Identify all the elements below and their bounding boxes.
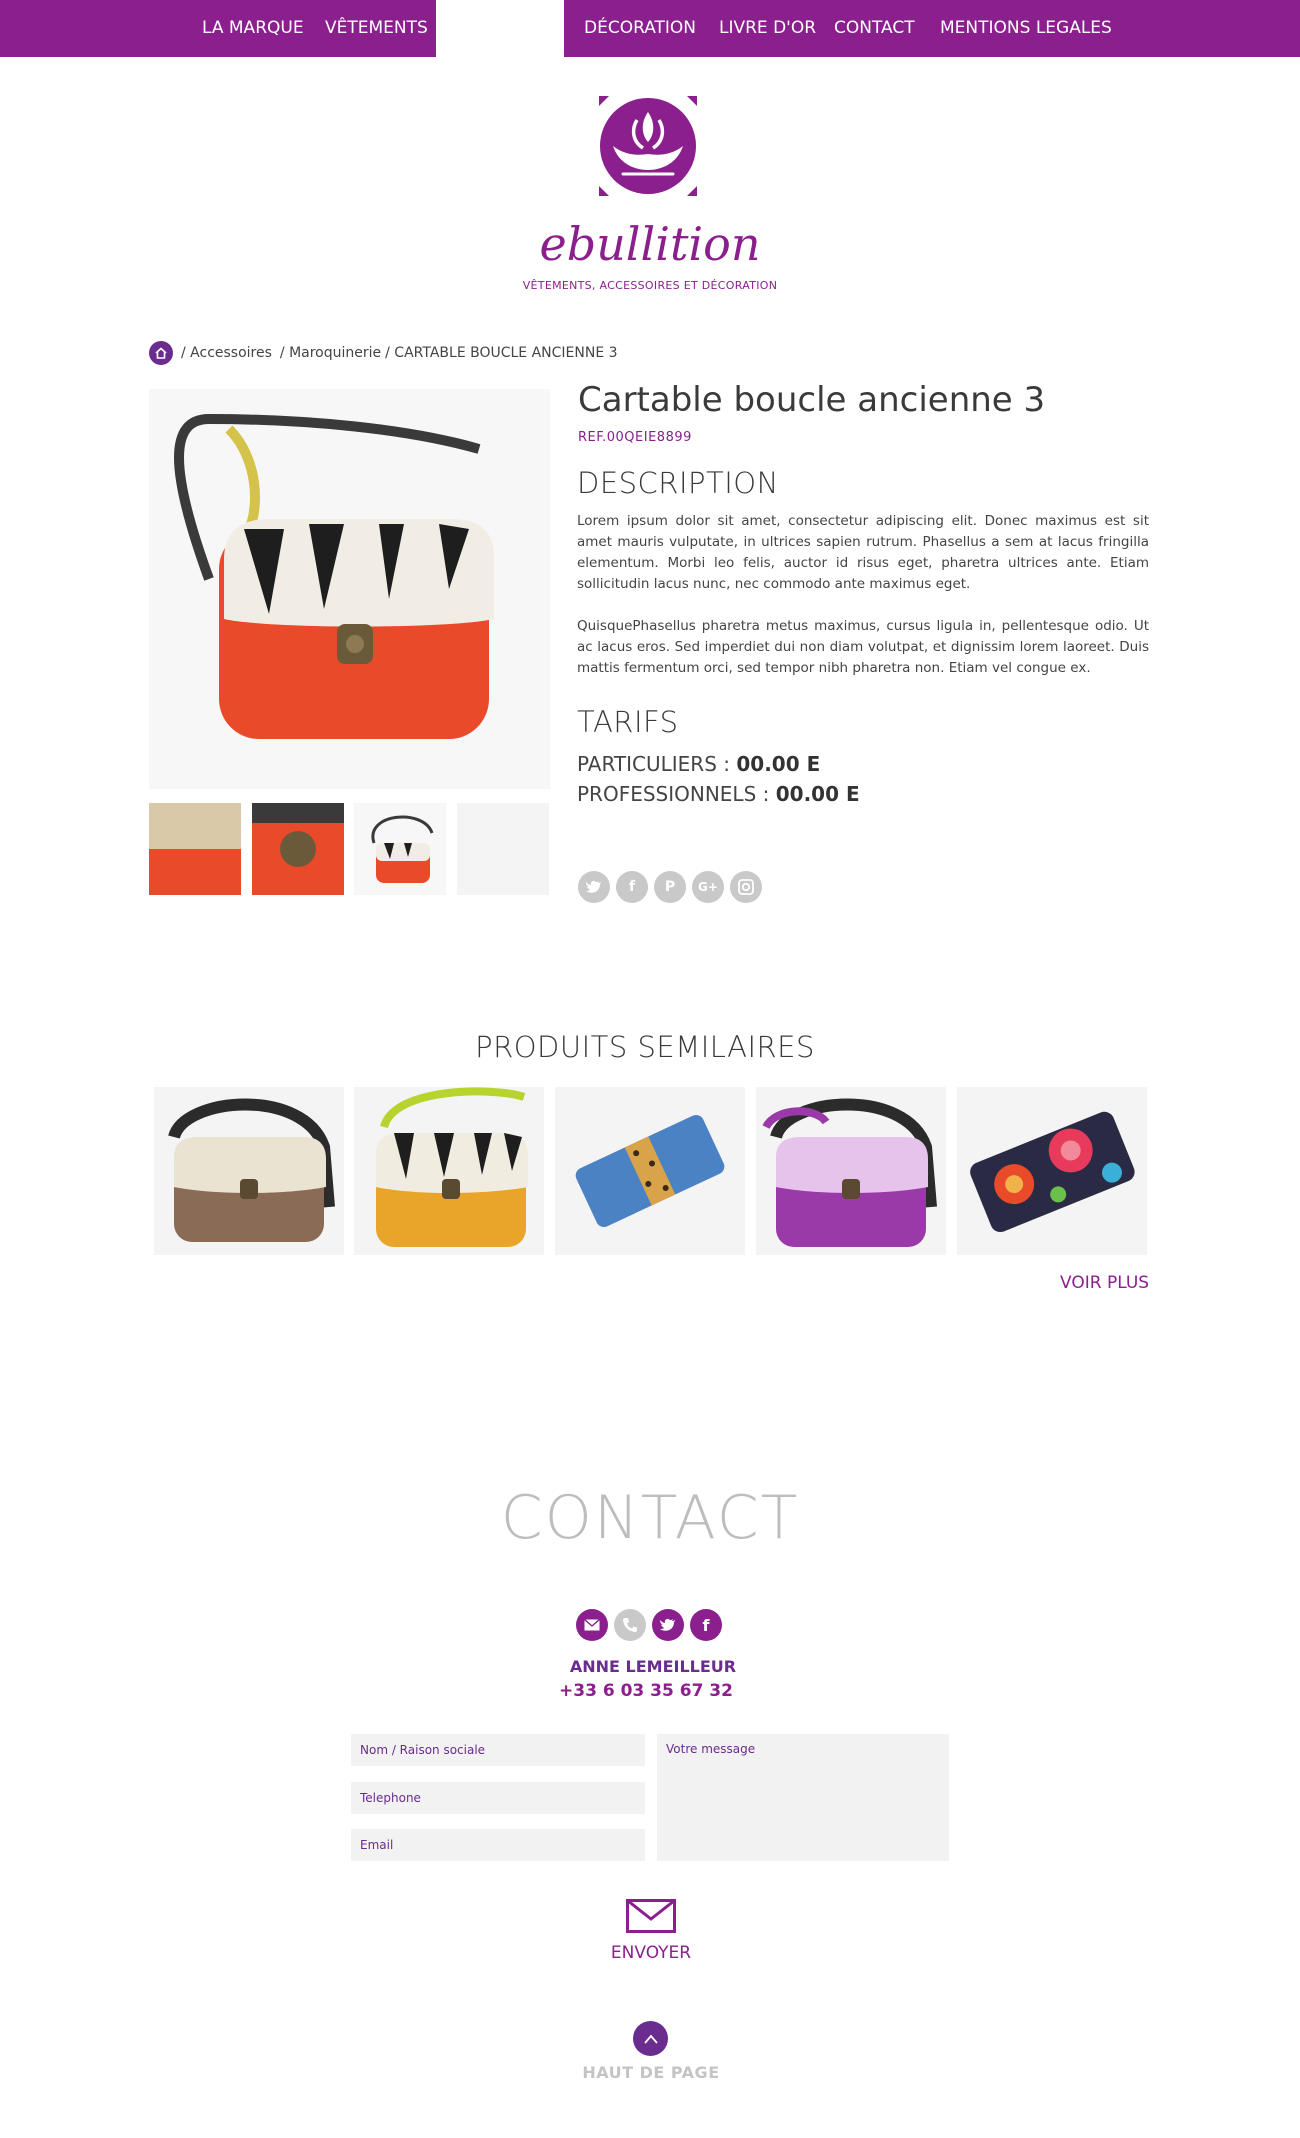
email-icon[interactable] [576, 1609, 608, 1641]
telephone-field[interactable] [351, 1782, 645, 1814]
nav-item-decoration[interactable]: DÉCORATION [584, 0, 696, 57]
price-professionnels: PROFESSIONNELS : 00.00 E [577, 782, 860, 806]
contact-title: CONTACT [500, 1483, 800, 1553]
similar-product-1[interactable] [154, 1087, 344, 1255]
description-heading: DESCRIPTION [577, 466, 779, 500]
nav-item-mentions-legales[interactable]: MENTIONS LEGALES [940, 0, 1112, 57]
similar-product-3[interactable] [555, 1087, 745, 1255]
tarifs-heading: TARIFS [577, 705, 679, 739]
home-icon[interactable] [149, 341, 173, 365]
thumbnail-1[interactable] [149, 803, 241, 895]
breadcrumb: / Accessoires / Maroquinerie / CARTABLE … [149, 341, 618, 365]
back-to-top-label[interactable]: HAUT DE PAGE [0, 2063, 1300, 2082]
price-label: PARTICULIERS : [577, 752, 730, 776]
breadcrumb-accessoires[interactable]: / Accessoires [181, 345, 272, 361]
phone-icon[interactable] [614, 1609, 646, 1641]
similar-product-4[interactable] [756, 1087, 946, 1255]
nav-item-active-blank[interactable] [436, 0, 564, 57]
svg-text:ebullition: ebullition [540, 217, 761, 271]
brand-wordmark[interactable]: ebullition [535, 215, 765, 275]
nav-item-contact[interactable]: CONTACT [834, 0, 915, 57]
contact-phone[interactable]: +33 6 03 35 67 32 [0, 1681, 1292, 1701]
description-paragraph-2: QuisquePhasellus pharetra metus maximus,… [577, 618, 1149, 676]
thumbnail-4-empty[interactable] [457, 803, 549, 895]
twitter-icon[interactable] [578, 871, 610, 903]
brand-tagline: VÊTEMENTS, ACCESSOIRES ET DÉCORATION [522, 279, 778, 292]
thumbnail-2[interactable] [252, 803, 344, 895]
description-paragraph-1: Lorem ipsum dolor sit amet, consectetur … [577, 513, 1149, 592]
price-label: PROFESSIONNELS : [577, 782, 770, 806]
price-value: 00.00 E [775, 782, 860, 806]
nav-item-vetements[interactable]: VÊTEMENTS [325, 0, 428, 57]
facebook-icon[interactable]: f [616, 871, 648, 903]
send-envelope-icon[interactable] [626, 1899, 676, 1933]
price-particuliers: PARTICULIERS : 00.00 E [577, 752, 820, 776]
facebook-icon[interactable]: f [690, 1609, 722, 1641]
instagram-icon[interactable] [730, 871, 762, 903]
voir-plus-link[interactable]: VOIR PLUS [1060, 1273, 1149, 1293]
breadcrumb-maroquinerie[interactable]: / Maroquinerie [280, 345, 381, 361]
similar-product-5[interactable] [957, 1087, 1147, 1255]
twitter-icon[interactable] [652, 1609, 684, 1641]
product-ref: REF.00QEIE8899 [578, 430, 692, 445]
top-nav: LA MARQUE VÊTEMENTS DÉCORATION LIVRE D'O… [0, 0, 1300, 57]
back-to-top-icon[interactable] [633, 2021, 668, 2056]
name-field[interactable] [351, 1734, 645, 1766]
google-plus-icon[interactable]: G+ [692, 871, 724, 903]
similar-products-title: PRODUITS SEMILAIRES [475, 1030, 815, 1064]
similar-product-2[interactable] [354, 1087, 544, 1255]
product-main-image[interactable] [149, 389, 550, 789]
breadcrumb-current: / CARTABLE BOUCLE ANCIENNE 3 [385, 345, 618, 361]
message-field[interactable] [657, 1734, 949, 1861]
nav-item-livre-dor[interactable]: LIVRE D'OR [719, 0, 816, 57]
brand-logo-icon[interactable] [593, 90, 703, 202]
email-field[interactable] [351, 1829, 645, 1861]
send-button[interactable]: ENVOYER [0, 1943, 1300, 1963]
thumbnail-3[interactable] [354, 803, 446, 895]
pinterest-icon[interactable]: P [654, 871, 686, 903]
nav-item-la-marque[interactable]: LA MARQUE [202, 0, 304, 57]
price-value: 00.00 E [736, 752, 821, 776]
contact-name: ANNE LEMEILLEUR [569, 1657, 737, 1676]
product-title: Cartable boucle ancienne 3 [578, 380, 1046, 420]
